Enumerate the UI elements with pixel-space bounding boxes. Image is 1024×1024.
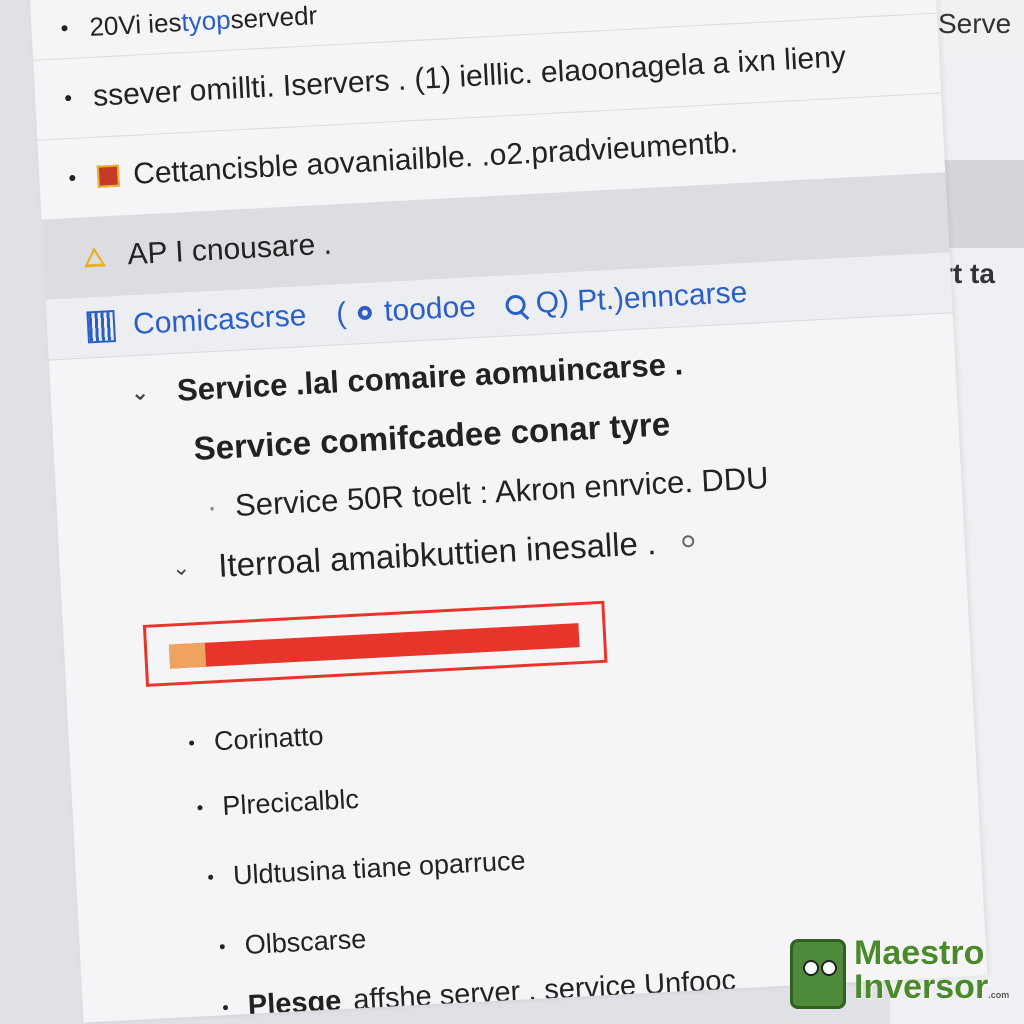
chevron-down-icon[interactable]: ⌄ [171, 554, 191, 581]
status-ring-icon [681, 534, 695, 548]
bullet-icon [197, 805, 203, 811]
mascot-icon [790, 939, 846, 1009]
row-1-link[interactable]: tyop [181, 4, 232, 38]
progress-track [168, 623, 580, 669]
bullet-icon [188, 740, 195, 746]
toolbar-label[interactable]: Comicascrse [132, 299, 307, 342]
progress-bar [142, 600, 608, 687]
bullet-icon [69, 174, 76, 182]
list-item[interactable]: Corinatto [188, 721, 324, 759]
watermark-logo: Maestro Inversor.com [790, 934, 1020, 1014]
chevron-down-icon[interactable]: ⌄ [130, 379, 150, 406]
list-item[interactable]: Plesge affshe server . service Unfooc [222, 964, 737, 1022]
list-item[interactable]: Uldtusina tiane oparruce [207, 845, 526, 893]
server-icon [86, 310, 117, 344]
logo-line-1: Maestro [854, 934, 985, 972]
service-item-4[interactable]: ⌄ Iterroal amaibkuttien inesalle . [171, 522, 695, 587]
service-2-label: Service comifcadee conar tyre [192, 405, 671, 468]
bullet-icon [219, 944, 225, 950]
toolbar-search-link[interactable]: Q) Pt.)enncarse [535, 276, 748, 321]
bullet-icon [65, 94, 72, 102]
api-section-title: AP I cnousare . [126, 227, 333, 272]
logo-text: Maestro Inversor.com [854, 936, 1009, 1012]
bullet-icon [208, 874, 214, 880]
service-1-label: Service .lal comaire aomuincarse . [176, 346, 684, 408]
service-item-2[interactable]: Service comifcadee conar tyre [193, 405, 671, 468]
row-1-text-a: 20Vi ies [88, 6, 183, 42]
service-item-3[interactable]: · Service 50R toelt : Akron enrvice. DDU [206, 460, 770, 525]
bullet-icon [61, 25, 68, 32]
certificate-icon [96, 164, 120, 188]
progress-fill [168, 642, 207, 669]
logo-line-2: Inversor [854, 968, 989, 1006]
toolbar-paren: ( [335, 296, 348, 331]
row-3-text: Cettancisble aovaniailble. .o2.pradvieum… [132, 126, 739, 191]
list-item-label: Plrecicalblc [221, 783, 360, 822]
expand-icon[interactable]: · [206, 489, 218, 525]
service-3-label: Service 50R toelt : Akron enrvice. DDU [234, 460, 770, 523]
toolbar-todo-link[interactable]: toodoe [383, 290, 476, 329]
list-item[interactable]: Plrecicalblc [197, 784, 360, 823]
list-item-label: Uldtusina tiane oparruce [232, 845, 527, 891]
list-item[interactable]: Olbscarse [219, 924, 367, 963]
list-item-label: Olbscarse [243, 923, 367, 961]
logo-suffix: .com [988, 990, 1010, 1000]
right-top-label: Serve [938, 8, 1012, 39]
main-panel: 20Vi ies tyop servedr ssever omillti. Is… [30, 0, 988, 1023]
service-item-1[interactable]: ⌄ Service .lal comaire aomuincarse . [130, 346, 684, 411]
row-1-text-c: servedr [229, 0, 318, 35]
list-item-label: Corinatto [213, 720, 325, 757]
list-item-label: affshe server . service Unfooc [352, 964, 737, 1017]
bullet-icon [222, 1005, 229, 1011]
service-4-label: Iterroal amaibkuttien inesalle . [217, 524, 658, 584]
search-icon[interactable] [505, 294, 527, 316]
radio-icon[interactable] [357, 305, 373, 321]
list-item-bold: Plesge [247, 985, 343, 1022]
warning-icon [83, 246, 107, 268]
